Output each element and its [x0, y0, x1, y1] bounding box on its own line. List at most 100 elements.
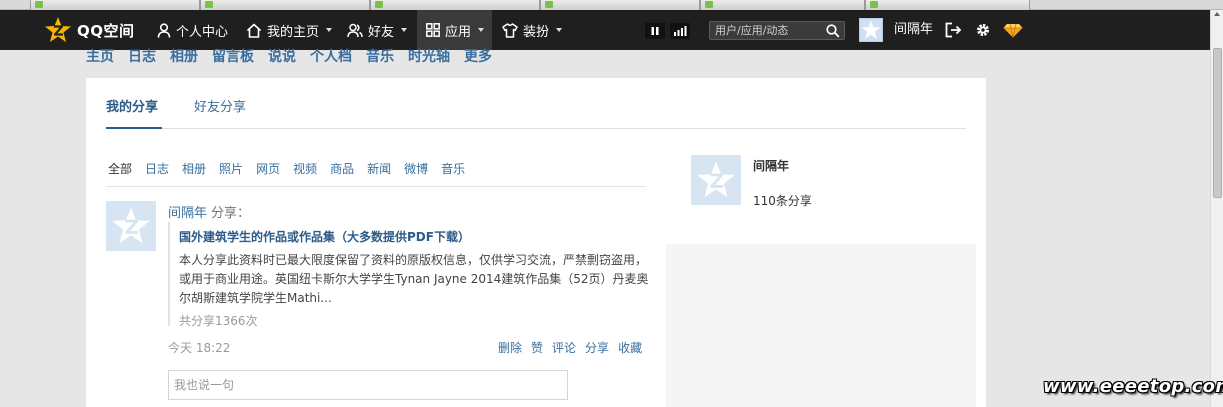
volume-bars-button[interactable] [670, 23, 690, 39]
tab-favicon-icon [705, 1, 713, 8]
filter-weibo[interactable]: 微博 [404, 160, 428, 177]
subnav-item-more[interactable]: 更多 [464, 46, 492, 66]
browser-tab[interactable] [30, 0, 200, 10]
home-icon [246, 23, 262, 38]
scrollbar-thumb[interactable] [1213, 48, 1222, 198]
filter-all[interactable]: 全部 [108, 160, 132, 177]
subnav-item-status[interactable]: 说说 [268, 46, 296, 66]
nav-personal-center-label: 个人中心 [176, 24, 229, 40]
vertical-scrollbar[interactable] [1210, 10, 1223, 407]
post-author-name[interactable]: 间隔年 [168, 206, 207, 221]
profile-share-count: 110条分享 [753, 194, 812, 208]
apps-grid-icon [426, 23, 440, 37]
filter-blog[interactable]: 日志 [145, 160, 169, 177]
browser-tab[interactable] [700, 0, 865, 10]
side-panel-background [666, 244, 976, 407]
filter-product[interactable]: 商品 [330, 160, 354, 177]
share-count-text: 共分享1366次 [179, 314, 258, 328]
nav-friends-label: 好友 [368, 24, 395, 40]
delete-button[interactable]: 删除 [498, 339, 522, 356]
site-watermark: www.eeeetop.com [1043, 376, 1223, 397]
like-button[interactable]: 赞 [531, 339, 543, 356]
shirt-icon [502, 22, 518, 38]
qzone-logo[interactable]: QQ空间 [44, 10, 135, 50]
avatar[interactable] [859, 18, 883, 42]
chevron-down-icon [401, 28, 408, 32]
share-tabs: 我的分享 好友分享 [106, 96, 246, 115]
profile-name[interactable]: 间隔年 [753, 157, 789, 174]
subnav-item-profile[interactable]: 个人档 [310, 46, 352, 66]
browser-tab[interactable] [200, 0, 370, 10]
search-box [709, 21, 845, 40]
nav-friends[interactable]: 好友 [347, 10, 408, 50]
chevron-down-icon [478, 28, 485, 32]
diamond-icon [1003, 23, 1023, 38]
filter-news[interactable]: 新闻 [367, 160, 391, 177]
gear-icon [977, 24, 989, 36]
default-avatar-star-icon [861, 20, 881, 39]
chevron-down-icon [326, 28, 333, 32]
nav-my-homepage-label: 我的主页 [267, 24, 320, 40]
scroll-up-icon[interactable] [1214, 12, 1220, 16]
logo-text: QQ空间 [77, 21, 135, 40]
browser-tab[interactable] [865, 0, 1030, 10]
tab-favicon-icon [35, 1, 43, 8]
share-button[interactable]: 分享 [585, 339, 609, 356]
comment-button[interactable]: 评论 [552, 339, 576, 356]
top-navigation-bar: QQ空间 个人中心 我的主页 好友 应用 装扮 用户/应用/动态 间隔年 [0, 10, 1210, 50]
pause-music-button[interactable] [645, 23, 665, 39]
pause-icon [651, 27, 659, 35]
shared-link-title[interactable]: 国外建筑学生的作品或作品集（大多数提供PDF下载） [179, 228, 648, 245]
tab-favicon-icon [545, 1, 553, 8]
subnav-item-music[interactable]: 音乐 [366, 46, 394, 66]
post-verb: 分享： [211, 206, 251, 221]
user-icon [157, 22, 171, 38]
browser-tab[interactable] [370, 0, 540, 10]
chevron-down-icon [556, 28, 563, 32]
nav-my-homepage[interactable]: 我的主页 [246, 10, 333, 50]
tab-favicon-icon [205, 1, 213, 8]
top-user-name[interactable]: 间隔年 [894, 10, 933, 50]
filter-album[interactable]: 相册 [182, 160, 206, 177]
tab-my-shares[interactable]: 我的分享 [106, 96, 158, 115]
filter-webpage[interactable]: 网页 [256, 160, 280, 177]
default-avatar-star-icon [697, 161, 735, 198]
subnav-item-blog[interactable]: 日志 [128, 46, 156, 66]
nav-dress-up[interactable]: 装扮 [502, 10, 563, 50]
subnav-item-home[interactable]: 主页 [86, 46, 114, 66]
default-avatar-star-icon [112, 207, 150, 244]
post-header: 间隔年 分享： [168, 202, 250, 221]
logout-button[interactable] [945, 22, 962, 38]
search-icon[interactable] [826, 24, 840, 38]
subnav-item-guestbook[interactable]: 留言板 [212, 46, 254, 66]
tab-favicon-icon [870, 1, 878, 8]
friends-icon [347, 23, 363, 38]
filter-divider [106, 186, 646, 187]
share-card: 我的分享 好友分享 全部 日志 相册 照片 网页 视频 商品 新闻 微博 音乐 … [86, 78, 986, 407]
favorite-button[interactable]: 收藏 [618, 339, 642, 356]
subnav-item-timeline[interactable]: 时光轴 [408, 46, 450, 66]
filter-music[interactable]: 音乐 [441, 160, 465, 177]
settings-button[interactable] [975, 22, 991, 38]
shared-content-block: 国外建筑学生的作品或作品集（大多数提供PDF下载） 本人分享此资料时已最大限度保… [168, 222, 649, 328]
post-author-avatar[interactable] [106, 201, 156, 251]
filter-video[interactable]: 视频 [293, 160, 317, 177]
subnav-item-album[interactable]: 相册 [170, 46, 198, 66]
active-tab-indicator [106, 127, 162, 129]
logout-icon [945, 22, 962, 38]
search-input[interactable] [715, 24, 825, 37]
browser-tab[interactable] [540, 0, 700, 10]
post-timestamp: 今天 18:22 [168, 341, 231, 355]
comment-input[interactable] [168, 370, 568, 400]
vip-diamond-button[interactable] [1003, 23, 1023, 38]
browser-tab-strip [0, 0, 1223, 10]
nav-dress-up-label: 装扮 [523, 24, 550, 40]
post-actions: 删除 赞 评论 分享 收藏 [498, 339, 642, 356]
shared-link-description: 本人分享此资料时已最大限度保留了资料的原版权信息，仅供学习交流，严禁剽窃盗用，或… [179, 253, 649, 305]
tab-friend-shares[interactable]: 好友分享 [194, 96, 246, 115]
filter-photo[interactable]: 照片 [219, 160, 243, 177]
nav-apps[interactable]: 应用 [417, 10, 492, 50]
profile-subnav: 主页 日志 相册 留言板 说说 个人档 音乐 时光轴 更多 [86, 46, 492, 66]
nav-personal-center[interactable]: 个人中心 [157, 10, 228, 50]
profile-avatar[interactable] [691, 155, 741, 205]
